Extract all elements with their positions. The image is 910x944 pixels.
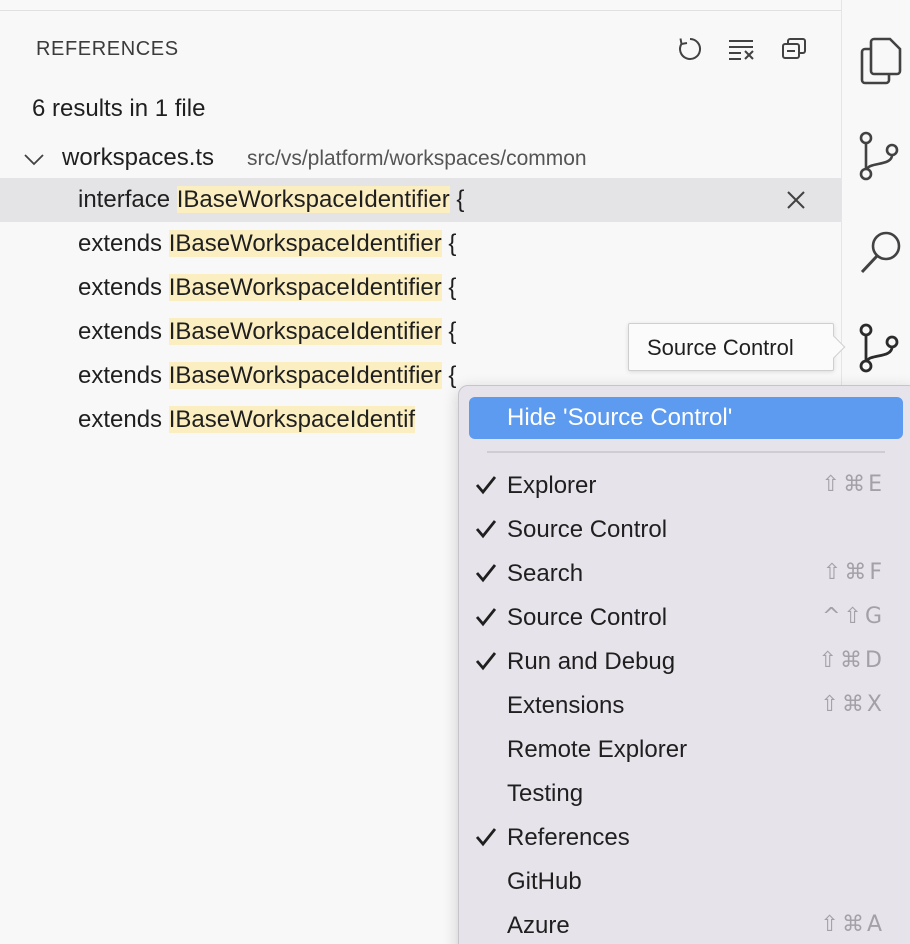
refresh-icon: [679, 37, 702, 60]
clear-results-button[interactable]: [724, 33, 760, 65]
activity-source-control-2[interactable]: [856, 320, 904, 376]
source-control-icon: [859, 323, 899, 373]
menu-item-shortcut: ⇧⌘X: [820, 692, 885, 717]
menu-item-source-control[interactable]: Source Control: [459, 508, 899, 552]
tooltip: Source Control: [628, 323, 846, 371]
match-highlight: IBaseWorkspaceIdentif: [168, 406, 416, 433]
menu-item-label: Testing: [507, 780, 584, 807]
menu-item-remote-explorer[interactable]: Remote Explorer: [459, 728, 899, 772]
checkmark-icon: [475, 652, 497, 671]
match-highlight: IBaseWorkspaceIdentifier: [168, 274, 442, 301]
activity-explorer[interactable]: [856, 33, 904, 89]
match-highlight: IBaseWorkspaceIdentifier: [168, 230, 442, 257]
reference-line: extends IBaseWorkspaceIdentifier {: [78, 230, 457, 257]
menu-item-label: Remote Explorer: [507, 736, 688, 763]
reference-line: extends IBaseWorkspaceIdentifier {: [78, 362, 457, 389]
results-summary: 6 results in 1 file: [32, 95, 206, 122]
menu-item-references[interactable]: References: [459, 816, 899, 860]
menu-item-label: Run and Debug: [507, 648, 676, 675]
activity-source-control[interactable]: [856, 128, 904, 184]
match-highlight: IBaseWorkspaceIdentifier: [168, 362, 442, 389]
context-menu: Hide 'Source Control' Explorer ⇧⌘E Sourc…: [458, 385, 910, 944]
file-path: src/vs/platform/workspaces/common: [247, 147, 587, 170]
hide-source-control-item[interactable]: Hide 'Source Control': [469, 397, 903, 439]
menu-item-label: Azure: [507, 912, 570, 939]
menu-item-extensions[interactable]: Extensions ⇧⌘X: [459, 684, 899, 728]
clear-results-icon: [729, 40, 754, 60]
checkmark-icon: [475, 476, 497, 495]
search-icon: [860, 231, 901, 274]
menu-item-source-control-2[interactable]: Source Control ^⇧G: [459, 596, 899, 640]
reference-line: extends IBaseWorkspaceIdentif: [78, 406, 416, 433]
menu-item-label: Search: [507, 560, 584, 587]
panel-actions: [672, 33, 812, 65]
collapse-all-icon: [782, 38, 806, 59]
file-tree-item[interactable]: workspaces.ts src/vs/platform/workspaces…: [0, 141, 841, 177]
menu-item-shortcut: ⇧⌘A: [820, 912, 885, 937]
menu-item-shortcut: ^⇧G: [822, 604, 885, 629]
reference-line: interface IBaseWorkspaceIdentifier {: [78, 186, 465, 213]
menu-item-explorer[interactable]: Explorer ⇧⌘E: [459, 464, 899, 508]
menu-item-label: References: [507, 824, 630, 851]
checkmark-icon: [475, 520, 497, 539]
menu-item-label: GitHub: [507, 868, 582, 895]
menu-item-run-and-debug[interactable]: Run and Debug ⇧⌘D: [459, 640, 899, 684]
menu-item-label: Source Control: [507, 604, 668, 631]
menu-separator: [487, 451, 885, 453]
menu-item-label: Hide 'Source Control': [507, 404, 733, 431]
chevron-down-icon[interactable]: [22, 147, 46, 171]
panel-title: REFERENCES: [36, 38, 179, 60]
activity-search[interactable]: [856, 224, 904, 280]
menu-item-search[interactable]: Search ⇧⌘F: [459, 552, 899, 596]
reference-result-row[interactable]: extends IBaseWorkspaceIdentifier {: [0, 222, 841, 266]
file-name: workspaces.ts: [62, 144, 215, 171]
refresh-button[interactable]: [672, 33, 708, 65]
dismiss-result-icon[interactable]: [782, 186, 810, 214]
menu-item-testing[interactable]: Testing: [459, 772, 899, 816]
reference-result-row[interactable]: extends IBaseWorkspaceIdentifier {: [0, 266, 841, 310]
menu-item-label: Extensions: [507, 692, 625, 719]
checkmark-icon: [475, 608, 497, 627]
menu-item-label: Source Control: [507, 516, 668, 543]
checkmark-icon: [475, 564, 497, 583]
match-highlight: IBaseWorkspaceIdentifier: [168, 318, 442, 345]
menu-item-github[interactable]: GitHub: [459, 860, 899, 904]
menu-item-shortcut: ⇧⌘E: [821, 472, 885, 497]
collapse-all-button[interactable]: [776, 33, 812, 65]
menu-item-label: Explorer: [507, 472, 597, 499]
reference-line: extends IBaseWorkspaceIdentifier {: [78, 274, 457, 301]
source-control-icon: [859, 131, 899, 181]
checkmark-icon: [475, 828, 497, 847]
match-highlight: IBaseWorkspaceIdentifier: [176, 186, 450, 213]
reference-line: extends IBaseWorkspaceIdentifier {: [78, 318, 457, 345]
menu-item-shortcut: ⇧⌘F: [822, 560, 885, 585]
menu-item-azure[interactable]: Azure ⇧⌘A: [459, 904, 899, 944]
explorer-icon: [860, 37, 902, 85]
tooltip-text: Source Control: [647, 335, 794, 360]
reference-result-row[interactable]: interface IBaseWorkspaceIdentifier {: [0, 178, 841, 222]
menu-item-shortcut: ⇧⌘D: [818, 648, 885, 673]
